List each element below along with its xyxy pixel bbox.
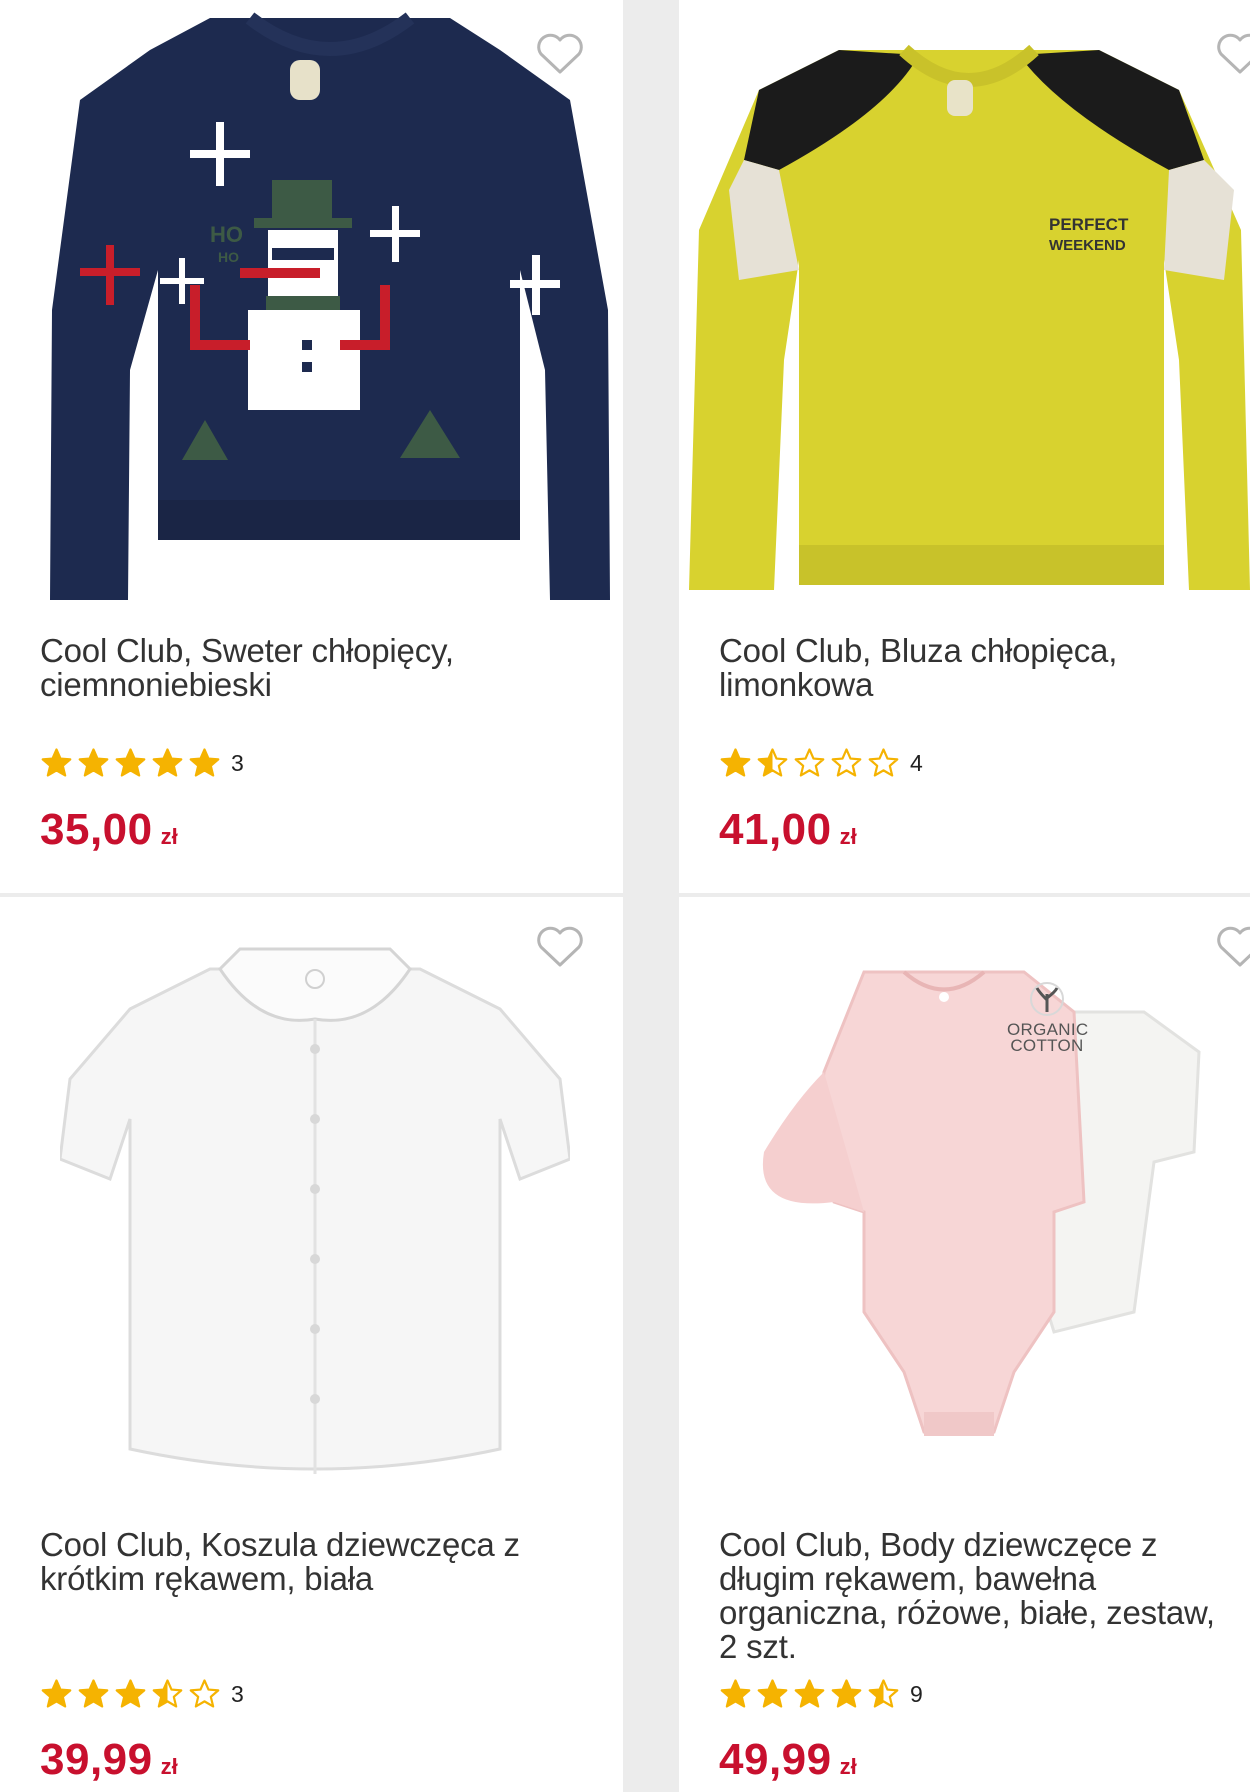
star-full-icon xyxy=(78,747,109,777)
price-currency: zł xyxy=(839,824,857,849)
star-half-icon xyxy=(152,1678,183,1708)
heart-icon[interactable] xyxy=(1215,32,1250,76)
product-price: 39,99 zł xyxy=(40,1738,178,1789)
product-title[interactable]: Cool Club, Bluza chłopięca, limonkowa xyxy=(719,634,1234,702)
star-full-icon xyxy=(152,747,183,777)
product-rating: 3 xyxy=(40,746,244,780)
price-currency: zł xyxy=(160,1754,178,1779)
product-image[interactable] xyxy=(754,952,1224,1487)
star-full-icon xyxy=(831,1678,862,1708)
star-full-icon xyxy=(720,747,751,777)
star-empty-icon xyxy=(794,747,825,777)
star-half-icon xyxy=(868,1678,899,1708)
organic-cotton-badge: ORGANIC COTTON xyxy=(1007,982,1088,1055)
tree-icon xyxy=(1030,982,1064,1016)
product-card[interactable]: HO HO Cool Club, Sweter chłopięcy, ciemn… xyxy=(0,0,623,893)
star-full-icon xyxy=(189,747,220,777)
review-count: 9 xyxy=(910,1680,923,1707)
price-value: 49,99 xyxy=(719,1735,832,1784)
product-image[interactable] xyxy=(60,929,570,1489)
product-rating: 9 xyxy=(719,1677,923,1711)
product-title[interactable]: Cool Club, Sweter chłopięcy, ciemnoniebi… xyxy=(40,634,607,702)
star-empty-icon xyxy=(189,1678,220,1708)
product-title[interactable]: Cool Club, Koszula dziewczęca z krótkim … xyxy=(40,1528,607,1596)
star-full-icon xyxy=(720,1678,751,1708)
badge-line: COTTON xyxy=(1010,1036,1084,1055)
star-rating xyxy=(719,747,900,780)
star-full-icon xyxy=(115,1678,146,1708)
star-rating xyxy=(719,1678,900,1711)
review-count: 3 xyxy=(231,1680,244,1707)
product-title[interactable]: Cool Club, Body dziewczęce z długim ręka… xyxy=(719,1528,1234,1664)
star-empty-icon xyxy=(831,747,862,777)
product-card[interactable]: Cool Club, Koszula dziewczęca z krótkim … xyxy=(0,897,623,1792)
star-full-icon xyxy=(757,1678,788,1708)
star-empty-icon xyxy=(868,747,899,777)
sweatshirt-print-text: WEEKEND xyxy=(1049,237,1126,254)
heart-icon[interactable] xyxy=(1215,925,1250,969)
star-rating xyxy=(40,1678,221,1711)
star-rating xyxy=(40,747,221,780)
star-full-icon xyxy=(41,747,72,777)
price-currency: zł xyxy=(160,824,178,849)
star-full-icon xyxy=(41,1678,72,1708)
sweater-print-text: HO xyxy=(210,222,243,247)
product-card[interactable]: PERFECT WEEKEND Cool Club, Bluza chłopię… xyxy=(679,0,1250,893)
product-image[interactable]: HO HO xyxy=(40,10,610,600)
price-value: 35,00 xyxy=(40,805,153,854)
sweater-print-text: HO xyxy=(218,249,239,265)
price-currency: zł xyxy=(839,1754,857,1779)
price-value: 41,00 xyxy=(719,805,832,854)
price-value: 39,99 xyxy=(40,1735,153,1784)
star-full-icon xyxy=(115,747,146,777)
product-price: 41,00 zł xyxy=(719,808,857,859)
review-count: 4 xyxy=(910,749,923,776)
heart-icon[interactable] xyxy=(535,925,585,969)
product-rating: 3 xyxy=(40,1677,244,1711)
product-card[interactable]: ORGANIC COTTON Cool Club, Body dziewczęc… xyxy=(679,897,1250,1792)
star-half-icon xyxy=(757,747,788,777)
review-count: 3 xyxy=(231,749,244,776)
star-full-icon xyxy=(78,1678,109,1708)
star-full-icon xyxy=(794,1678,825,1708)
product-price: 35,00 zł xyxy=(40,808,178,859)
product-price: 49,99 zł xyxy=(719,1738,857,1789)
product-image[interactable]: PERFECT WEEKEND xyxy=(689,30,1250,590)
heart-icon[interactable] xyxy=(535,32,585,76)
product-rating: 4 xyxy=(719,746,923,780)
sweatshirt-print-text: PERFECT xyxy=(1049,215,1129,234)
